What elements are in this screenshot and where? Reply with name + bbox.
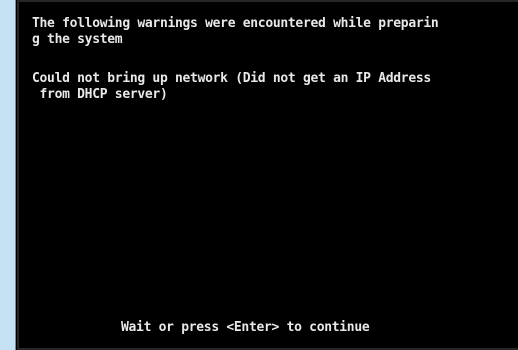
console-screen: The following warnings were encountered … [17, 0, 518, 350]
continue-prompt[interactable]: Wait or press <Enter> to continue [121, 320, 370, 335]
warning-header-line-2: g the system [32, 32, 123, 47]
text-console-window: The following warnings were encountered … [15, 0, 518, 350]
network-warning-line-1: Could not bring up network (Did not get … [32, 71, 431, 86]
network-warning-line-2: from DHCP server) [32, 87, 168, 102]
warning-header-line-1: The following warnings were encountered … [32, 16, 439, 31]
